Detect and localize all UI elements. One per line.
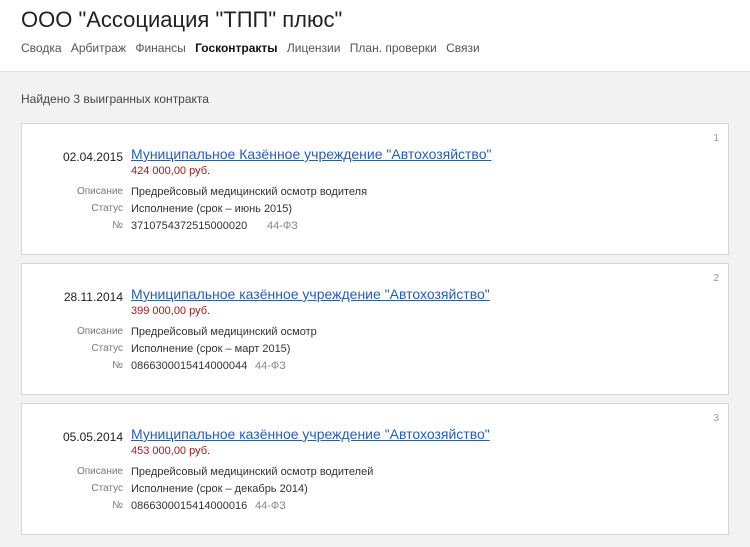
number-label: № <box>112 220 123 231</box>
contract-date: 02.04.2015 <box>62 150 123 164</box>
contract-status: Исполнение (срок – март 2015) <box>131 343 291 355</box>
contract-law: 44-ФЗ <box>255 360 286 372</box>
customer-link[interactable]: Муниципальное казённое учреждение "Автох… <box>131 426 490 442</box>
contract-index: 3 <box>713 413 719 424</box>
tab-arbitration[interactable]: Арбитраж <box>71 41 126 55</box>
status-label: Статус <box>91 343 123 354</box>
contract-price: 453 000,00 руб. <box>131 445 211 457</box>
contract-number: 0866300015414000016 <box>131 500 248 512</box>
contract-description: Предрейсовый медицинский осмотр водителя <box>131 186 368 198</box>
tab-gov-contracts[interactable]: Госконтракты <box>195 41 278 55</box>
tab-summary[interactable]: Сводка <box>21 41 62 55</box>
description-label: Описание <box>76 326 123 337</box>
tab-finance[interactable]: Финансы <box>135 41 185 55</box>
tab-licenses[interactable]: Лицензии <box>287 41 341 55</box>
results-summary: Найдено 3 выигранных контракта <box>21 92 209 106</box>
contract-index: 2 <box>713 273 719 284</box>
contract-description: Предрейсовый медицинский осмотр водителе… <box>131 466 374 478</box>
tab-connections[interactable]: Связи <box>446 41 480 55</box>
status-label: Статус <box>91 203 123 214</box>
contract-status: Исполнение (срок – декабрь 2014) <box>131 483 308 495</box>
contract-description: Предрейсовый медицинский осмотр <box>131 326 317 338</box>
contract-price: 424 000,00 руб. <box>131 165 211 177</box>
contract-law: 44-ФЗ <box>267 220 298 232</box>
description-label: Описание <box>76 466 123 477</box>
description-label: Описание <box>76 186 123 197</box>
contract-date: 05.05.2014 <box>62 430 123 444</box>
contract-index: 1 <box>713 133 719 144</box>
tab-planned-inspections[interactable]: План. проверки <box>350 41 437 55</box>
contract-price: 399 000,00 руб. <box>131 305 211 317</box>
contract-card: 1 02.04.2015 Муниципальное Казённое учре… <box>21 123 729 255</box>
number-label: № <box>112 360 123 371</box>
contract-card: 3 05.05.2014 Муниципальное казённое учре… <box>21 403 729 535</box>
contract-date: 28.11.2014 <box>63 290 123 304</box>
page-header: ООО "Ассоциация "ТПП" плюс" Сводка Арбит… <box>0 0 750 72</box>
section-tabs: Сводка Арбитраж Финансы Госконтракты Лиц… <box>21 41 486 55</box>
status-label: Статус <box>91 483 123 494</box>
company-title: ООО "Ассоциация "ТПП" плюс" <box>21 7 343 32</box>
contract-status: Исполнение (срок – июнь 2015) <box>131 203 293 215</box>
contract-number: 3710754372515000020 <box>131 220 248 232</box>
customer-link[interactable]: Муниципальное Казённое учреждение "Автох… <box>131 146 491 162</box>
number-label: № <box>112 500 123 511</box>
customer-link[interactable]: Муниципальное казённое учреждение "Автох… <box>131 286 490 302</box>
contract-card: 2 28.11.2014 Муниципальное казённое учре… <box>21 263 729 395</box>
contract-number: 0866300015414000044 <box>131 360 248 372</box>
contract-law: 44-ФЗ <box>255 500 286 512</box>
